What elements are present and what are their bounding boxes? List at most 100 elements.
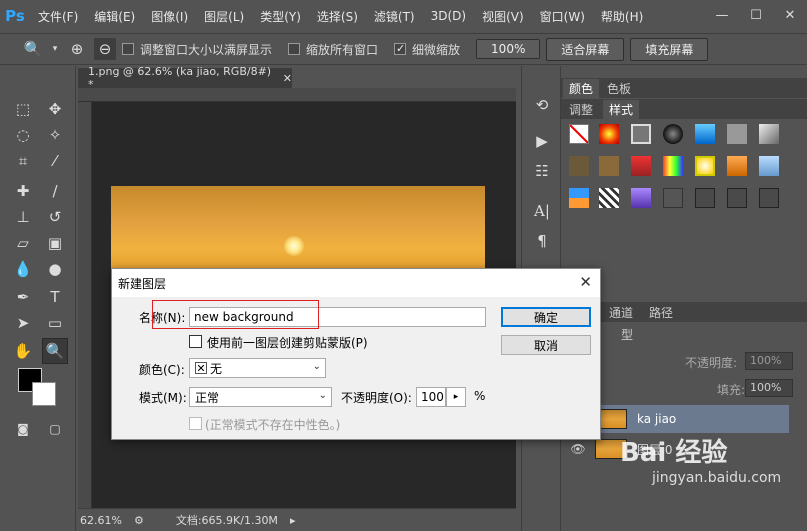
style-swatch[interactable] bbox=[759, 188, 779, 208]
properties-icon[interactable]: ☷ bbox=[529, 158, 555, 184]
background-color[interactable] bbox=[32, 382, 56, 406]
scrubby-zoom-checkbox[interactable] bbox=[394, 43, 407, 55]
menu-layer[interactable]: 图层(L) bbox=[196, 8, 252, 25]
zoom-100-button[interactable]: 100% bbox=[476, 39, 541, 59]
paragraph-icon[interactable]: ¶ bbox=[529, 228, 555, 254]
menu-window[interactable]: 窗口(W) bbox=[532, 8, 593, 25]
blend-mode-partial[interactable]: 型 bbox=[621, 326, 633, 343]
menu-select[interactable]: 选择(S) bbox=[309, 8, 366, 25]
zoom-in-icon[interactable]: ⊕ bbox=[66, 38, 88, 60]
pen-icon[interactable]: ✒ bbox=[10, 284, 36, 310]
marquee-icon[interactable]: ⬚ bbox=[10, 96, 36, 122]
chevron-down-icon[interactable]: ▾ bbox=[50, 38, 60, 60]
hand-icon[interactable]: ✋ bbox=[10, 338, 36, 364]
image-sunset bbox=[111, 186, 485, 276]
style-none[interactable] bbox=[569, 124, 589, 144]
zoom-out-icon[interactable]: ⊖ bbox=[94, 38, 116, 60]
menu-filter[interactable]: 滤镜(T) bbox=[366, 8, 423, 25]
path-select-icon[interactable]: ➤ bbox=[10, 310, 36, 336]
style-swatch[interactable] bbox=[599, 124, 619, 144]
opacity-value[interactable]: 100% bbox=[745, 352, 793, 370]
opacity-input[interactable]: 100 bbox=[416, 387, 446, 407]
new-layer-dialog: 新建图层 ✕ 名称(N): new background 使用前一图层创建剪贴蒙… bbox=[111, 268, 601, 440]
style-swatch[interactable] bbox=[695, 156, 715, 176]
dodge-icon[interactable]: ● bbox=[42, 256, 68, 282]
style-swatch[interactable] bbox=[695, 188, 715, 208]
opacity-slider-arrow-icon[interactable]: ▸ bbox=[446, 387, 466, 407]
style-swatch[interactable] bbox=[631, 124, 651, 144]
cancel-button[interactable]: 取消 bbox=[501, 335, 591, 355]
menu-help[interactable]: 帮助(H) bbox=[593, 8, 651, 25]
color-select[interactable]: ✕ 无 ⌄ bbox=[189, 358, 326, 378]
eraser-icon[interactable]: ▱ bbox=[10, 230, 36, 256]
style-swatch[interactable] bbox=[599, 188, 619, 208]
quick-mask-icon[interactable]: ◙ bbox=[10, 416, 36, 442]
eyedropper-icon[interactable]: ⁄ bbox=[42, 148, 68, 174]
zoom-level[interactable]: 62.61% bbox=[80, 514, 122, 527]
close-icon[interactable]: ✕ bbox=[579, 273, 592, 291]
tab-paths[interactable]: 路径 bbox=[643, 303, 679, 322]
style-swatch[interactable] bbox=[663, 124, 683, 144]
tab-styles[interactable]: 样式 bbox=[603, 100, 640, 119]
fill-value[interactable]: 100% bbox=[745, 379, 793, 397]
maximize-icon[interactable]: ☐ bbox=[739, 0, 773, 30]
move-icon[interactable]: ✥ bbox=[42, 96, 68, 122]
menu-image[interactable]: 图像(I) bbox=[143, 8, 196, 25]
tools-panel: ⬚ ✥ ◌ ✧ ⌗ ⁄ ✚ ∕ ⊥ ↺ ▱ ▣ 💧 ● ✒ T ➤ ▭ ✋ 🔍 … bbox=[0, 66, 76, 531]
zoom-tool-icon[interactable]: 🔍 bbox=[22, 38, 44, 60]
style-swatch[interactable] bbox=[569, 156, 589, 176]
tab-channels[interactable]: 通道 bbox=[603, 303, 639, 322]
style-swatch[interactable] bbox=[631, 156, 651, 176]
menu-view[interactable]: 视图(V) bbox=[474, 8, 532, 25]
crop-icon[interactable]: ⌗ bbox=[10, 148, 36, 174]
tab-adjustments[interactable]: 调整 bbox=[563, 100, 599, 119]
clip-mask-checkbox[interactable] bbox=[189, 335, 202, 348]
actions-icon[interactable]: ▶ bbox=[529, 128, 555, 154]
status-icon: ⚙ bbox=[133, 513, 144, 527]
tab-swatches[interactable]: 色板 bbox=[601, 79, 637, 98]
menu-edit[interactable]: 编辑(E) bbox=[86, 8, 143, 25]
minimize-icon[interactable]: — bbox=[705, 0, 739, 30]
screen-mode-icon[interactable]: ▢ bbox=[42, 416, 68, 442]
gradient-icon[interactable]: ▣ bbox=[42, 230, 68, 256]
style-swatch[interactable] bbox=[727, 156, 747, 176]
tab-color[interactable]: 颜色 bbox=[563, 79, 600, 98]
stamp-icon[interactable]: ⊥ bbox=[10, 204, 36, 230]
menu-3d[interactable]: 3D(D) bbox=[423, 9, 474, 23]
zoom-icon[interactable]: 🔍 bbox=[42, 338, 68, 364]
menu-file[interactable]: 文件(F) bbox=[30, 8, 86, 25]
zoom-all-checkbox[interactable] bbox=[288, 43, 301, 55]
type-icon[interactable]: T bbox=[42, 284, 68, 310]
close-icon[interactable]: ✕ bbox=[773, 0, 807, 30]
mode-select[interactable]: 正常 ⌄ bbox=[189, 387, 332, 407]
style-swatch[interactable] bbox=[663, 156, 683, 176]
style-swatch[interactable] bbox=[727, 124, 747, 144]
status-menu-icon[interactable]: ▸ bbox=[290, 514, 296, 527]
style-swatch[interactable] bbox=[695, 124, 715, 144]
resize-windows-checkbox[interactable] bbox=[122, 43, 134, 55]
blur-icon[interactable]: 💧 bbox=[10, 256, 36, 282]
style-swatch[interactable] bbox=[599, 156, 619, 176]
style-swatch[interactable] bbox=[569, 188, 589, 208]
document-tab[interactable]: 1.png @ 62.6% (ka jiao, RGB/8#) * ✕ bbox=[78, 65, 292, 91]
style-swatch[interactable] bbox=[631, 188, 651, 208]
magic-wand-icon[interactable]: ✧ bbox=[42, 122, 68, 148]
neutral-color-checkbox[interactable] bbox=[189, 417, 202, 430]
close-tab-icon[interactable]: ✕ bbox=[283, 72, 292, 85]
style-swatch[interactable] bbox=[727, 188, 747, 208]
rectangle-icon[interactable]: ▭ bbox=[42, 310, 68, 336]
style-swatch[interactable] bbox=[759, 156, 779, 176]
style-swatch[interactable] bbox=[663, 188, 683, 208]
character-icon[interactable]: A| bbox=[529, 198, 555, 224]
eye-icon[interactable]: 👁 bbox=[561, 442, 595, 456]
fit-screen-button[interactable]: 适合屏幕 bbox=[546, 37, 625, 61]
history-brush-icon[interactable]: ↺ bbox=[42, 204, 68, 230]
ok-button[interactable]: 确定 bbox=[501, 307, 591, 327]
brush-icon[interactable]: ∕ bbox=[42, 178, 68, 204]
lasso-icon[interactable]: ◌ bbox=[10, 122, 36, 148]
healing-icon[interactable]: ✚ bbox=[10, 178, 36, 204]
menu-type[interactable]: 类型(Y) bbox=[252, 8, 309, 25]
history-icon[interactable]: ⟲ bbox=[529, 92, 555, 118]
style-swatch[interactable] bbox=[759, 124, 779, 144]
fill-screen-button[interactable]: 填充屏幕 bbox=[630, 37, 709, 61]
